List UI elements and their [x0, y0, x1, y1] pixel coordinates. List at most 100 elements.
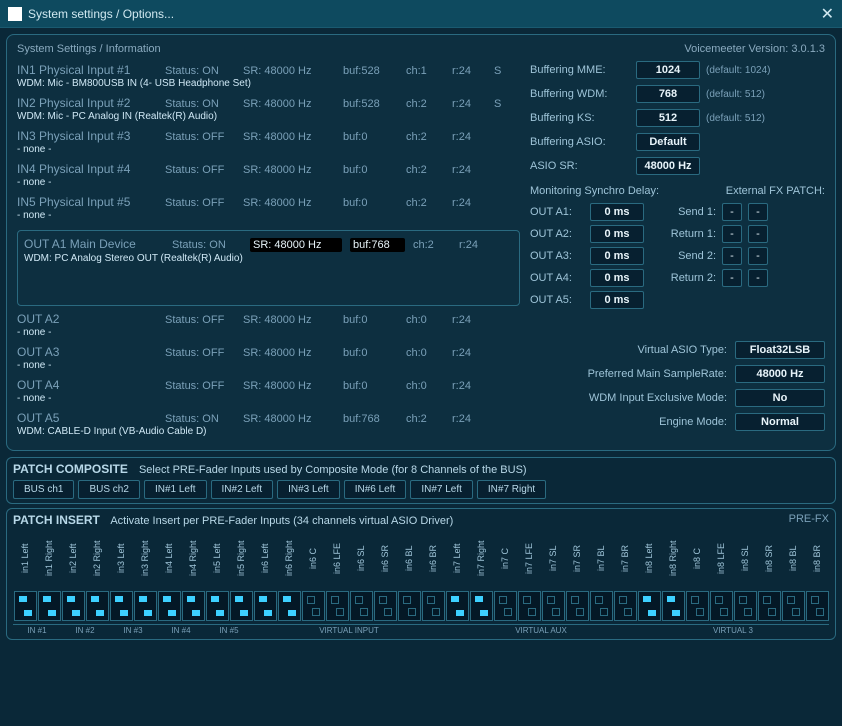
monitoring-value[interactable]: 0 ms	[590, 203, 644, 221]
insert-channel[interactable]: in4 Right	[181, 531, 205, 622]
insert-toggle[interactable]	[38, 591, 61, 621]
insert-toggle[interactable]	[710, 591, 733, 621]
insert-channel[interactable]: in2 Right	[85, 531, 109, 622]
insert-toggle[interactable]	[182, 591, 205, 621]
insert-toggle[interactable]	[86, 591, 109, 621]
insert-toggle[interactable]	[542, 591, 565, 621]
option-value[interactable]: Normal	[735, 413, 825, 431]
io-row[interactable]: OUT A3 Status: OFF SR: 48000 Hz buf:0 ch…	[17, 343, 520, 376]
insert-channel[interactable]: in7 BR	[613, 531, 637, 622]
insert-channel[interactable]: in7 LFE	[517, 531, 541, 622]
io-row[interactable]: IN1 Physical Input #1 Status: ON SR: 480…	[17, 61, 520, 94]
insert-toggle[interactable]	[470, 591, 493, 621]
out-a1-box[interactable]: OUT A1 Main Device Status: ON SR: 48000 …	[17, 230, 520, 306]
insert-channel[interactable]: in6 C	[301, 531, 325, 622]
insert-channel[interactable]: in6 BL	[397, 531, 421, 622]
insert-channel[interactable]: in7 SL	[541, 531, 565, 622]
patch-composite-button[interactable]: BUS ch2	[78, 480, 139, 499]
patch-composite-button[interactable]: IN#6 Left	[344, 480, 407, 499]
patch-composite-button[interactable]: IN#2 Left	[211, 480, 274, 499]
io-row[interactable]: OUT A5 Status: ON SR: 48000 Hz buf:768 c…	[17, 409, 520, 442]
insert-toggle[interactable]	[374, 591, 397, 621]
insert-channel[interactable]: in7 SR	[565, 531, 589, 622]
insert-toggle[interactable]	[446, 591, 469, 621]
insert-toggle[interactable]	[254, 591, 277, 621]
insert-channel[interactable]: in8 SR	[757, 531, 781, 622]
insert-channel[interactable]: in3 Right	[133, 531, 157, 622]
insert-channel[interactable]: in6 SR	[373, 531, 397, 622]
insert-toggle[interactable]	[758, 591, 781, 621]
insert-toggle[interactable]	[230, 591, 253, 621]
insert-channel[interactable]: in6 SL	[349, 531, 373, 622]
monitoring-value[interactable]: 0 ms	[590, 291, 644, 309]
insert-channel[interactable]: in3 Left	[109, 531, 133, 622]
io-row[interactable]: IN3 Physical Input #3 Status: OFF SR: 48…	[17, 127, 520, 160]
insert-channel[interactable]: in6 BR	[421, 531, 445, 622]
insert-toggle[interactable]	[422, 591, 445, 621]
insert-toggle[interactable]	[614, 591, 637, 621]
buffering-value[interactable]: 48000 Hz	[636, 157, 700, 175]
buffering-value[interactable]: Default	[636, 133, 700, 151]
buffering-value[interactable]: 1024	[636, 61, 700, 79]
io-row[interactable]: OUT A2 Status: OFF SR: 48000 Hz buf:0 ch…	[17, 310, 520, 343]
io-row[interactable]: IN4 Physical Input #4 Status: OFF SR: 48…	[17, 160, 520, 193]
insert-toggle[interactable]	[590, 591, 613, 621]
io-row[interactable]: OUT A4 Status: OFF SR: 48000 Hz buf:0 ch…	[17, 376, 520, 409]
fx-button[interactable]: -	[722, 269, 742, 287]
insert-channel[interactable]: in8 Right	[661, 531, 685, 622]
insert-toggle[interactable]	[62, 591, 85, 621]
patch-composite-button[interactable]: IN#1 Left	[144, 480, 207, 499]
insert-toggle[interactable]	[734, 591, 757, 621]
insert-channel[interactable]: in8 LFE	[709, 531, 733, 622]
fx-button[interactable]: -	[748, 247, 768, 265]
io-row[interactable]: IN2 Physical Input #2 Status: ON SR: 480…	[17, 94, 520, 127]
insert-channel[interactable]: in8 Left	[637, 531, 661, 622]
insert-channel[interactable]: in4 Left	[157, 531, 181, 622]
insert-toggle[interactable]	[350, 591, 373, 621]
insert-channel[interactable]: in8 BL	[781, 531, 805, 622]
option-value[interactable]: Float32LSB	[735, 341, 825, 359]
insert-channel[interactable]: in6 Right	[277, 531, 301, 622]
insert-toggle[interactable]	[158, 591, 181, 621]
insert-channel[interactable]: in6 Left	[253, 531, 277, 622]
insert-toggle[interactable]	[518, 591, 541, 621]
monitoring-value[interactable]: 0 ms	[590, 269, 644, 287]
insert-toggle[interactable]	[566, 591, 589, 621]
insert-toggle[interactable]	[494, 591, 517, 621]
insert-toggle[interactable]	[134, 591, 157, 621]
fx-button[interactable]: -	[748, 269, 768, 287]
insert-channel[interactable]: in2 Left	[61, 531, 85, 622]
insert-toggle[interactable]	[326, 591, 349, 621]
fx-button[interactable]: -	[748, 225, 768, 243]
insert-channel[interactable]: in5 Right	[229, 531, 253, 622]
buffering-value[interactable]: 512	[636, 109, 700, 127]
insert-toggle[interactable]	[662, 591, 685, 621]
insert-toggle[interactable]	[686, 591, 709, 621]
insert-toggle[interactable]	[110, 591, 133, 621]
insert-channel[interactable]: in1 Left	[13, 531, 37, 622]
patch-composite-button[interactable]: IN#7 Right	[477, 480, 546, 499]
fx-button[interactable]: -	[722, 225, 742, 243]
fx-button[interactable]: -	[748, 203, 768, 221]
insert-toggle[interactable]	[206, 591, 229, 621]
insert-channel[interactable]: in8 SL	[733, 531, 757, 622]
insert-toggle[interactable]	[638, 591, 661, 621]
monitoring-value[interactable]: 0 ms	[590, 225, 644, 243]
fx-button[interactable]: -	[722, 247, 742, 265]
insert-toggle[interactable]	[278, 591, 301, 621]
insert-channel[interactable]: in7 Left	[445, 531, 469, 622]
insert-toggle[interactable]	[782, 591, 805, 621]
insert-channel[interactable]: in6 LFE	[325, 531, 349, 622]
insert-channel[interactable]: in5 Left	[205, 531, 229, 622]
fx-button[interactable]: -	[722, 203, 742, 221]
insert-toggle[interactable]	[398, 591, 421, 621]
insert-toggle[interactable]	[302, 591, 325, 621]
insert-toggle[interactable]	[806, 591, 829, 621]
insert-toggle[interactable]	[14, 591, 37, 621]
buffering-value[interactable]: 768	[636, 85, 700, 103]
insert-channel[interactable]: in1 Right	[37, 531, 61, 622]
io-row[interactable]: OUT A1 Main Device Status: ON SR: 48000 …	[24, 235, 513, 269]
io-row[interactable]: IN5 Physical Input #5 Status: OFF SR: 48…	[17, 193, 520, 226]
insert-channel[interactable]: in8 BR	[805, 531, 829, 622]
insert-channel[interactable]: in8 C	[685, 531, 709, 622]
